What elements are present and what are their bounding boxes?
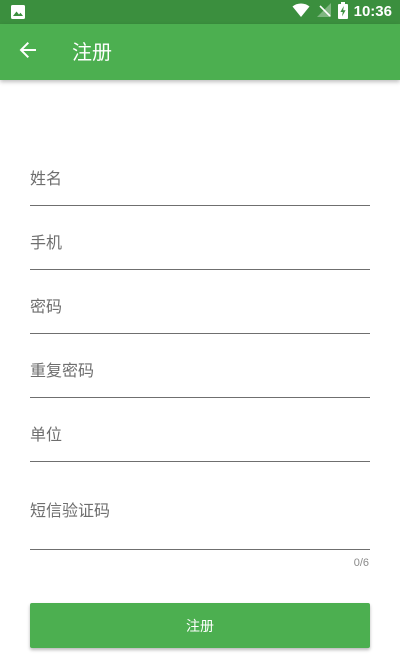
phone-field[interactable]: 手机 (30, 222, 370, 270)
battery-charging-icon (337, 1, 348, 23)
phone-field-label: 手机 (30, 233, 63, 252)
page-title: 注册 (72, 40, 112, 64)
status-time: 10:36 (353, 3, 392, 20)
register-button[interactable]: 注册 (30, 603, 370, 648)
register-screen: 10:36 注册 姓名 手机 密码 重复密码 单位 短信验证码 0/6 注册 (0, 0, 400, 661)
organization-field-label: 单位 (30, 425, 63, 444)
name-field-label: 姓名 (30, 169, 63, 188)
status-icons: 10:36 (292, 0, 392, 24)
name-field[interactable]: 姓名 (30, 158, 370, 206)
phone-input[interactable] (30, 222, 370, 269)
organization-field[interactable]: 单位 (30, 414, 370, 462)
password-input[interactable] (30, 286, 370, 333)
name-input[interactable] (30, 158, 370, 205)
password-field-label: 密码 (30, 297, 63, 316)
repeat-password-field-label: 重复密码 (30, 361, 95, 380)
wifi-icon (292, 2, 310, 22)
app-bar: 注册 (0, 24, 400, 80)
no-signal-icon (316, 2, 332, 22)
sms-code-field-label: 短信验证码 (30, 501, 111, 520)
image-notification-icon (10, 4, 26, 20)
sms-code-counter: 0/6 (353, 557, 369, 569)
repeat-password-field[interactable]: 重复密码 (30, 350, 370, 398)
back-button[interactable] (10, 34, 46, 70)
arrow-back-icon (18, 40, 38, 64)
sms-code-field[interactable]: 短信验证码 (30, 490, 370, 550)
organization-input[interactable] (30, 414, 370, 461)
status-bar: 10:36 (0, 0, 400, 24)
password-field[interactable]: 密码 (30, 286, 370, 334)
